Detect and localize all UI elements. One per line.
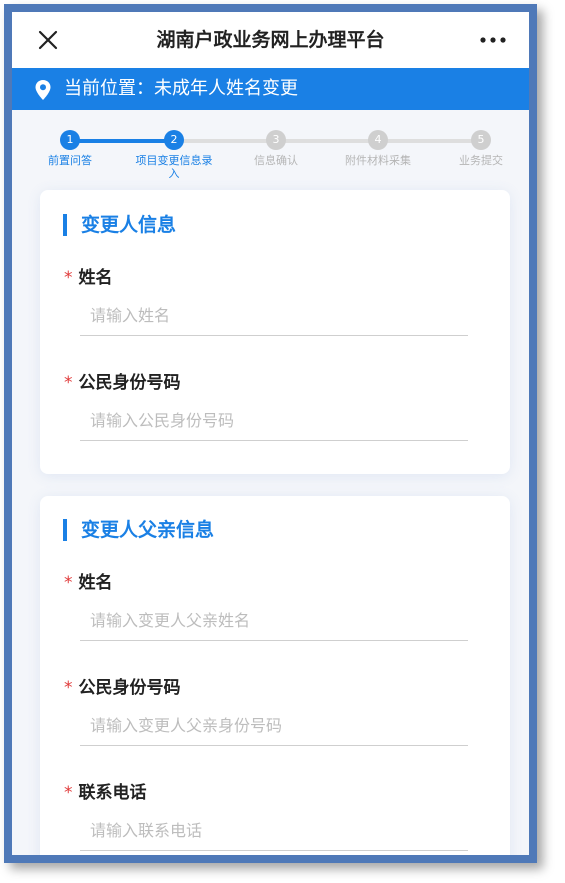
progress-line-pending: [174, 139, 481, 143]
field-label-father-name: * 姓名: [64, 568, 113, 593]
father-id-number-input[interactable]: [80, 706, 468, 746]
step-number: 4: [368, 130, 388, 150]
more-icon[interactable]: [475, 26, 511, 54]
step-label: 项目变更信息录入: [135, 154, 213, 180]
step-4: 4 附件材料采集: [333, 130, 423, 167]
step-label: 业务提交: [459, 154, 503, 167]
step-number: 2: [164, 130, 184, 150]
id-number-input[interactable]: [80, 401, 468, 441]
field-label-text: 姓名: [78, 268, 113, 288]
field-label-text: 姓名: [78, 573, 113, 593]
field-label-id-number: * 公民身份号码: [64, 368, 181, 393]
step-1: 1 前置问答: [25, 130, 115, 167]
phone-input[interactable]: [80, 811, 468, 851]
field-label-phone: * 联系电话: [64, 778, 147, 803]
step-5: 5 业务提交: [436, 130, 526, 167]
required-mark: *: [64, 678, 73, 698]
required-mark: *: [64, 573, 73, 593]
step-number: 3: [266, 130, 286, 150]
step-2: 2 项目变更信息录入: [129, 130, 219, 180]
location-bar: 当前位置：未成年人姓名变更: [12, 68, 529, 110]
section-card-father: 变更人父亲信息 *姓名 *公民身份号码 *联系电话: [40, 496, 510, 855]
field-label-text: 公民身份号码: [78, 373, 181, 393]
section-title: 变更人父亲信息: [63, 519, 214, 541]
step-label: 前置问答: [48, 154, 92, 167]
field-label-name: * 姓名: [64, 263, 113, 288]
title-bar: 湖南户政业务网上办理平台: [12, 12, 529, 68]
step-label: 附件材料采集: [345, 154, 411, 167]
phone-frame: 湖南户政业务网上办理平台 当前位置：未成年人姓名变更 1 前置问答 2 项目变更…: [4, 4, 537, 863]
location-pin-icon: [35, 80, 51, 100]
location-text: 当前位置：未成年人姓名变更: [64, 68, 298, 110]
required-mark: *: [64, 373, 73, 393]
required-mark: *: [64, 783, 73, 803]
step-number: 5: [471, 130, 491, 150]
step-number: 1: [60, 130, 80, 150]
page-title: 湖南户政业务网上办理平台: [156, 29, 385, 51]
field-label-father-id-number: * 公民身份号码: [64, 673, 181, 698]
father-name-input[interactable]: [80, 601, 468, 641]
location-value: 未成年人姓名变更: [154, 78, 298, 99]
step-label: 信息确认: [254, 154, 298, 167]
name-input[interactable]: [80, 296, 468, 336]
progress-steps: 1 前置问答 2 项目变更信息录入 3 信息确认 4 附件材料采集 5 业务提交: [12, 110, 529, 190]
field-label-text: 联系电话: [78, 783, 147, 803]
location-prefix: 当前位置：: [64, 78, 154, 99]
section-title: 变更人信息: [63, 214, 176, 236]
required-mark: *: [64, 268, 73, 288]
step-3: 3 信息确认: [231, 130, 321, 167]
section-card-applicant: 变更人信息 *姓名 *公民身份号码: [40, 190, 510, 474]
field-label-text: 公民身份号码: [78, 678, 181, 698]
